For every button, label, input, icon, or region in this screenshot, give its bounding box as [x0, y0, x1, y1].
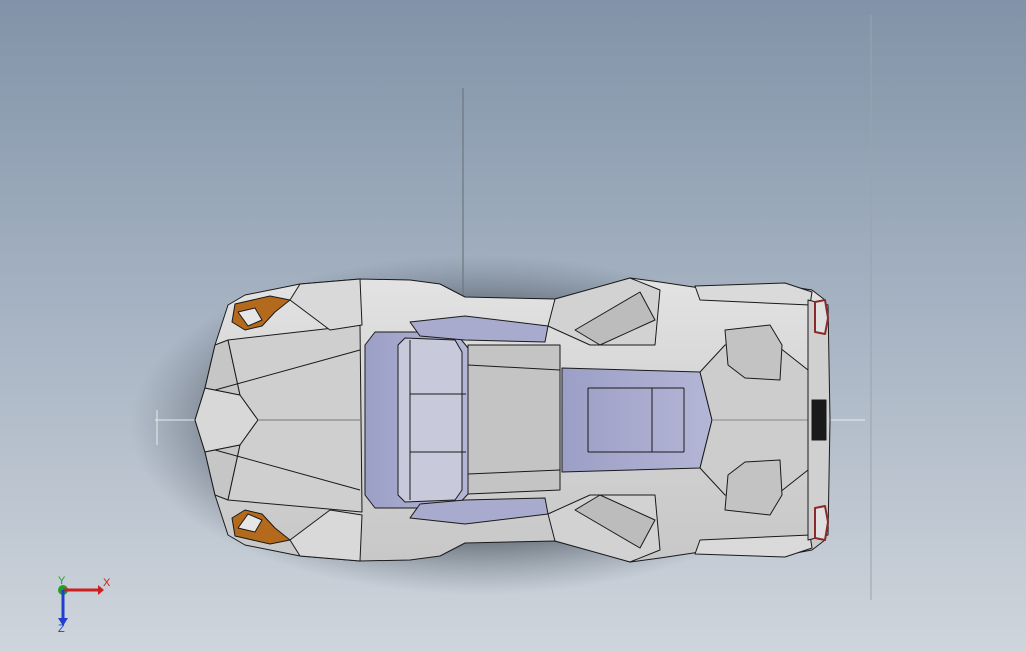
taillight-left [814, 299, 829, 335]
rear-glass [561, 367, 713, 473]
exhaust [811, 399, 827, 441]
triad-x-label: X [103, 577, 111, 589]
graphics-viewport[interactable]: X Y Z [0, 0, 1026, 652]
car-model[interactable] [194, 277, 831, 563]
triad-z-label: Z [58, 623, 65, 635]
taillight-right [814, 505, 829, 541]
windshield-frame [397, 337, 463, 503]
triad-y-label: Y [58, 575, 66, 587]
coordinate-triad[interactable]: X Y Z [58, 575, 111, 635]
model-view-svg[interactable]: X Y Z [0, 0, 1026, 652]
